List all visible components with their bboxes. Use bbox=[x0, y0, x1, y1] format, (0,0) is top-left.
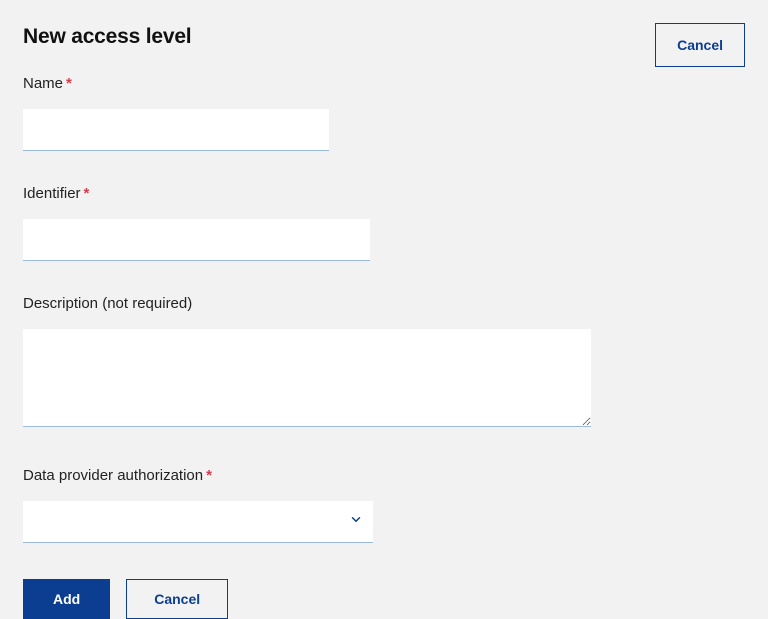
cancel-button-bottom[interactable]: Cancel bbox=[126, 579, 228, 619]
identifier-input[interactable] bbox=[23, 219, 370, 261]
required-marker: * bbox=[84, 185, 90, 202]
provider-select-wrapper bbox=[23, 501, 373, 543]
identifier-label: Identifier* bbox=[23, 185, 370, 203]
cancel-button-top[interactable]: Cancel bbox=[655, 23, 745, 67]
form-fields: Name* Identifier* Description (not requi… bbox=[23, 75, 745, 619]
name-label-text: Name bbox=[23, 75, 63, 92]
identifier-label-text: Identifier bbox=[23, 185, 81, 202]
name-input[interactable] bbox=[23, 109, 329, 151]
form-container: New access level Cancel Name* Identifier… bbox=[0, 0, 768, 614]
description-textarea[interactable] bbox=[23, 329, 591, 427]
field-name: Name* bbox=[23, 75, 329, 151]
provider-label: Data provider authorization* bbox=[23, 467, 373, 485]
description-label: Description (not required) bbox=[23, 295, 591, 313]
header-row: New access level Cancel bbox=[23, 23, 745, 67]
provider-select[interactable] bbox=[23, 501, 373, 543]
required-marker: * bbox=[66, 75, 72, 92]
page-title: New access level bbox=[23, 23, 191, 50]
form-actions: Add Cancel bbox=[23, 579, 745, 619]
name-label: Name* bbox=[23, 75, 329, 93]
add-button[interactable]: Add bbox=[23, 579, 110, 619]
field-identifier: Identifier* bbox=[23, 185, 370, 261]
provider-label-text: Data provider authorization bbox=[23, 467, 203, 484]
required-marker: * bbox=[206, 467, 212, 484]
field-description: Description (not required) bbox=[23, 295, 591, 427]
field-provider: Data provider authorization* bbox=[23, 467, 373, 543]
